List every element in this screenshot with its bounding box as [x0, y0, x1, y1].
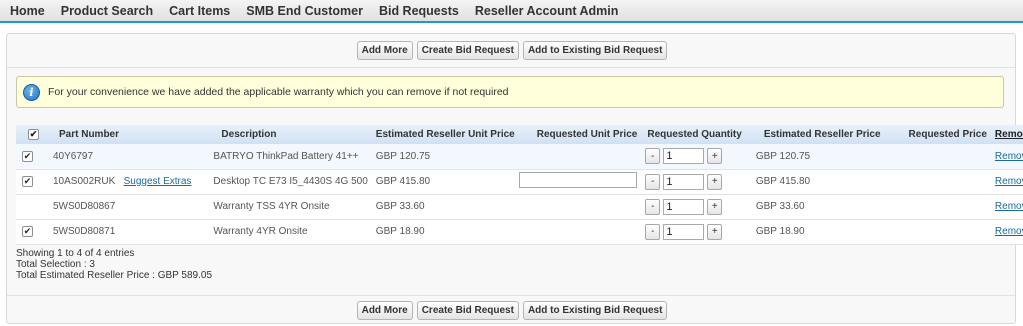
col-est-price: Estimated Reseller Price: [763, 129, 881, 140]
description: BATRYO ThinkPad Battery 41++: [213, 150, 359, 162]
est-price: GBP 33.60: [755, 201, 805, 212]
col-part-number: Part Number: [59, 129, 120, 140]
est-unit-price: GBP 415.80: [375, 176, 431, 187]
cart-panel: Add More Create Bid Request Add to Exist…: [6, 33, 1023, 324]
description: Warranty 4YR Onsite: [213, 226, 308, 237]
info-icon: i: [23, 83, 40, 101]
nav-reseller-account-admin[interactable]: Reseller Account Admin: [467, 4, 627, 18]
est-unit-price: GBP 18.90: [375, 226, 425, 237]
nav-bid-requests[interactable]: Bid Requests: [371, 4, 467, 18]
col-description: Description: [221, 129, 277, 140]
qty-input[interactable]: 1: [663, 148, 705, 165]
cart-summary: Showing 1 to 4 of 4 entries Total Select…: [16, 248, 212, 281]
total-selection: Total Selection : 3: [16, 259, 95, 270]
qty-increment-button[interactable]: +: [707, 148, 723, 165]
nav-smb-end-customer[interactable]: SMB End Customer: [238, 4, 371, 18]
est-price: GBP 120.75: [755, 150, 811, 162]
top-button-row: Add More Create Bid Request Add to Exist…: [7, 41, 1017, 63]
total-estimated-price: Total Estimated Reseller Price : GBP 589…: [16, 270, 213, 281]
qty-decrement-button[interactable]: -: [645, 223, 661, 240]
nav-product-search[interactable]: Product Search: [53, 4, 161, 18]
col-req-price: Requested Price: [908, 129, 987, 140]
entries-count: Showing 1 to 4 of 4 entries: [16, 248, 135, 259]
qty-increment-button[interactable]: +: [707, 173, 723, 190]
qty-decrement-button[interactable]: -: [645, 198, 661, 215]
quantity-stepper: - 1 +: [645, 223, 723, 240]
nav-home[interactable]: Home: [2, 4, 53, 18]
est-unit-price: GBP 120.75: [375, 150, 431, 162]
col-est-unit-price: Estimated Reseller Unit Price: [375, 129, 515, 140]
quantity-stepper: - 1 +: [645, 148, 723, 165]
est-unit-price: GBP 33.60: [375, 201, 425, 212]
qty-input[interactable]: 1: [663, 223, 705, 240]
col-req-quantity: Requested Quantity: [647, 129, 742, 140]
requested-unit-price-input[interactable]: [518, 172, 637, 188]
create-bid-request-button[interactable]: Create Bid Request: [416, 41, 519, 60]
bottom-button-row: Add More Create Bid Request Add to Exist…: [7, 301, 1017, 323]
remove-all-link[interactable]: Remove All: [995, 129, 1023, 140]
est-price: GBP 415.80: [755, 176, 811, 187]
description: Warranty TSS 4YR Onsite: [213, 201, 330, 212]
qty-input[interactable]: 1: [663, 198, 705, 215]
description: Desktop TC E73 I5_4430S 4G 500: [213, 176, 368, 187]
cart-items-table: ✔ Part Number Description Estimated Rese…: [16, 125, 1023, 245]
quantity-stepper: - 1 +: [645, 173, 723, 190]
remove-link[interactable]: Remove: [995, 201, 1023, 212]
warranty-info-message: i For your convenience we have added the…: [16, 76, 1004, 108]
top-navigation: Home Product Search Cart Items SMB End C…: [0, 0, 1023, 23]
quantity-stepper: - 1 +: [645, 198, 723, 215]
nav-cart-items[interactable]: Cart Items: [161, 4, 238, 18]
qty-increment-button[interactable]: +: [707, 223, 723, 240]
info-message-text: For your convenience we have added the a…: [48, 86, 509, 98]
qty-decrement-button[interactable]: -: [645, 173, 661, 190]
table-row: 5WS0D80867 Warranty TSS 4YR Onsite GBP 3…: [16, 194, 1023, 219]
table-row: ✔ 40Y6797 BATRYO ThinkPad Battery 41++ G…: [16, 144, 1023, 169]
table-header: ✔ Part Number Description Estimated Rese…: [16, 125, 1023, 144]
col-req-unit-price: Requested Unit Price: [536, 129, 638, 140]
remove-link[interactable]: Remove: [995, 226, 1023, 237]
suggest-extras-link[interactable]: Suggest Extras: [124, 176, 192, 187]
row-checkbox[interactable]: ✔: [22, 176, 33, 187]
divider: [7, 67, 1015, 68]
create-bid-request-button[interactable]: Create Bid Request: [416, 301, 519, 320]
row-checkbox[interactable]: ✔: [22, 150, 33, 162]
add-more-button[interactable]: Add More: [356, 41, 413, 60]
qty-decrement-button[interactable]: -: [645, 148, 661, 165]
add-to-existing-bid-request-button[interactable]: Add to Existing Bid Request: [522, 301, 668, 320]
divider: [7, 295, 1015, 296]
part-number: 40Y6797: [53, 150, 94, 162]
qty-increment-button[interactable]: +: [707, 198, 723, 215]
part-number: 5WS0D80871: [53, 226, 116, 237]
remove-link[interactable]: Remove: [995, 176, 1023, 187]
add-more-button[interactable]: Add More: [356, 301, 413, 320]
qty-input[interactable]: 1: [663, 173, 705, 190]
part-number: 5WS0D80867: [53, 201, 116, 212]
remove-link[interactable]: Remove: [995, 151, 1023, 162]
add-to-existing-bid-request-button[interactable]: Add to Existing Bid Request: [522, 41, 668, 60]
row-checkbox[interactable]: ✔: [22, 226, 33, 237]
table-row: ✔ 5WS0D80871 Warranty 4YR Onsite GBP 18.…: [16, 219, 1023, 244]
table-row: ✔ 10AS002RUK Suggest Extras Desktop TC E…: [16, 169, 1023, 194]
est-price: GBP 18.90: [755, 226, 805, 237]
part-number: 10AS002RUK: [53, 176, 116, 187]
select-all-checkbox[interactable]: ✔: [28, 129, 39, 140]
